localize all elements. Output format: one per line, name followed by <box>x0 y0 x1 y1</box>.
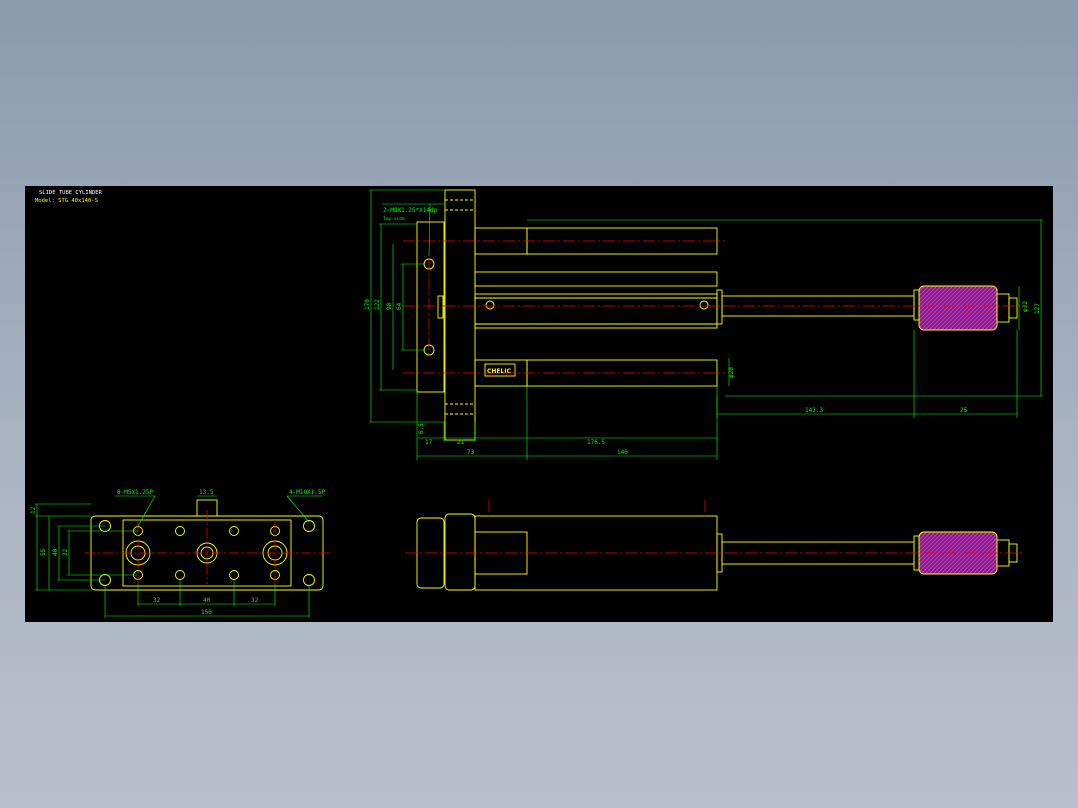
dim-98: 98 <box>386 302 393 310</box>
dim-h32b: 32 <box>251 597 259 604</box>
dim-176-5: 176.5 <box>587 439 605 446</box>
bottom-centerlines <box>85 510 329 584</box>
dim-6-5: 6.5 <box>418 423 425 434</box>
dim-h32a: 32 <box>153 597 161 604</box>
dim-phi32: φ32 <box>1022 301 1029 312</box>
side-dimension-texts: 2-M8X1.25*X14dp Top side 170 122 98 64 1… <box>364 207 1041 456</box>
dim-25: 25 <box>960 407 968 414</box>
front-view <box>416 513 1018 591</box>
cad-drawing: SLIDE TUBE CYLINDER Model: STG 40x140-S <box>30 189 1043 618</box>
dim-127: 127 <box>1034 303 1041 314</box>
cylinder-body <box>474 293 718 329</box>
drawing-title: SLIDE TUBE CYLINDER <box>39 190 103 196</box>
side-main-block <box>444 189 476 441</box>
callout-bottom-pitch: 13.5 <box>199 489 214 496</box>
dim-v32: 32 <box>62 548 69 556</box>
model-label: Model: STG 40x140-S <box>35 198 98 204</box>
callout-top-holes-sub: Top side <box>383 216 405 222</box>
rod-end-knurl <box>918 285 998 331</box>
dim-143: 143.3 <box>805 407 823 414</box>
dim-v55: 55 <box>40 548 47 556</box>
dim-64: 64 <box>396 302 403 310</box>
bottom-dimension-texts: 8-M5X1.25P 13.5 4-M10X1.5P 12 55 40 32 3… <box>30 489 326 616</box>
front-main-block <box>444 513 476 591</box>
dim-140: 140 <box>617 449 628 456</box>
dim-h40: 40 <box>203 597 211 604</box>
bottom-dimension-lines <box>35 495 323 618</box>
dim-170: 170 <box>364 299 371 310</box>
dim-h150: 150 <box>201 609 212 616</box>
dim-17: 17 <box>425 439 433 446</box>
dim-21: 21 <box>457 439 465 446</box>
dim-122: 122 <box>374 299 381 310</box>
cylinder-top-slot <box>474 271 718 287</box>
callout-bottom-right: 4-M10X1.5P <box>289 489 326 496</box>
dim-v12: 12 <box>30 506 37 514</box>
drawing-canvas: SLIDE TUBE CYLINDER Model: STG 40x140-S <box>25 186 1053 622</box>
dim-v40: 40 <box>52 548 59 556</box>
brand-label: CHELIC <box>487 368 512 375</box>
dim-73: 73 <box>467 449 475 456</box>
side-end-plate <box>416 221 445 393</box>
callout-bottom-holes: 8-M5X1.25P <box>117 489 154 496</box>
callout-top-holes: 2-M8X1.25*X14dp <box>383 207 438 214</box>
dim-phi20: φ20 <box>728 367 735 378</box>
